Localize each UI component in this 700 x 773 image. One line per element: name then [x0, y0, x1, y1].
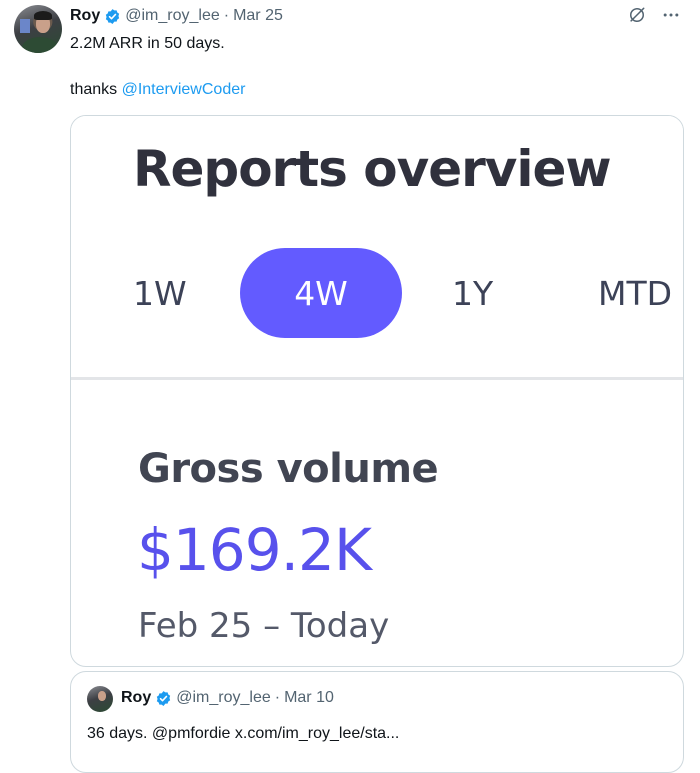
tweet-media-image[interactable]: Reports overview 1W 4W 1Y MTD Gross volu…	[70, 115, 684, 667]
quoted-author-name: Roy	[121, 689, 152, 706]
metric-label: Gross volume	[138, 446, 439, 492]
quoted-tweet-date: Mar 10	[284, 689, 334, 706]
quoted-author-handle: @im_roy_lee	[176, 689, 271, 706]
author-handle[interactable]: @im_roy_lee	[125, 7, 220, 25]
author-name[interactable]: Roy	[70, 7, 100, 25]
grok-icon[interactable]	[626, 4, 648, 26]
quoted-tweet-text: 36 days. @pmfordie x.com/im_roy_lee/sta.…	[87, 725, 400, 742]
tweet-text-prefix: thanks	[70, 81, 122, 98]
reports-header-section: Reports overview 1W 4W 1Y MTD	[71, 116, 683, 378]
tweet-actions-top	[626, 4, 682, 26]
tab-mtd: MTD	[598, 274, 673, 313]
more-icon[interactable]	[660, 4, 682, 26]
tab-4w-selected: 4W	[240, 248, 402, 338]
tab-1y: 1Y	[452, 274, 494, 313]
quoted-header-separator: ·	[274, 689, 281, 706]
reports-title: Reports overview	[133, 140, 612, 198]
tweet-header: Roy @im_roy_lee · Mar 25	[70, 6, 283, 26]
mention-link[interactable]: @InterviewCoder	[122, 81, 246, 98]
tweet-text-line1: 2.2M ARR in 50 days.	[70, 35, 225, 52]
quoted-tweet-header: Roy @im_roy_lee · Mar 10	[121, 689, 334, 707]
section-divider	[71, 377, 683, 380]
quoted-tweet[interactable]: Roy @im_roy_lee · Mar 10 36 days. @pmfor…	[70, 671, 684, 773]
verified-badge-icon	[155, 690, 172, 707]
quoted-author-avatar	[87, 686, 113, 712]
tab-1w: 1W	[133, 274, 187, 313]
tweet-text-line2: thanks @InterviewCoder	[70, 80, 245, 100]
verified-badge-icon	[104, 8, 121, 25]
header-separator: ·	[223, 7, 230, 24]
author-avatar[interactable]	[14, 5, 62, 53]
metric-value: $169.2K	[137, 516, 372, 584]
tweet-date[interactable]: Mar 25	[233, 7, 283, 25]
metric-date-range: Feb 25 – Today	[138, 606, 390, 646]
